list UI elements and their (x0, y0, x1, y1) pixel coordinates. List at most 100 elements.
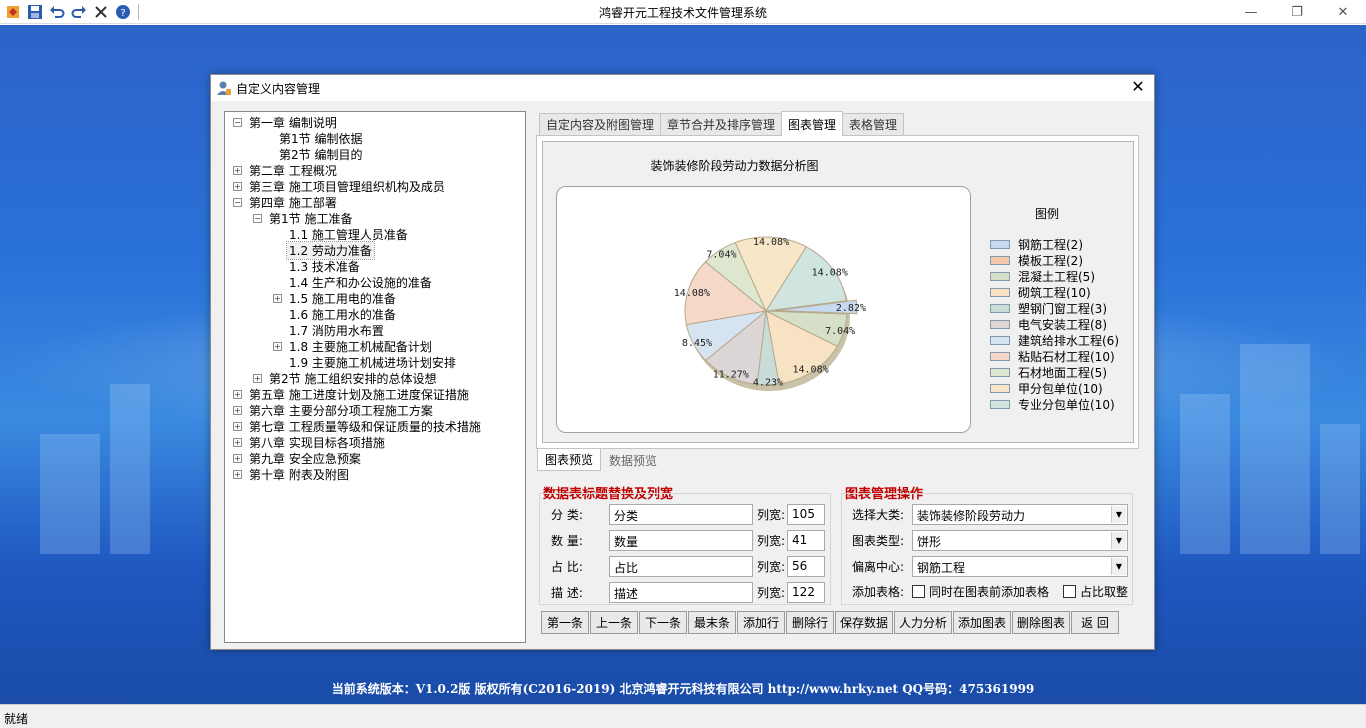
field-input[interactable]: 占比 (609, 556, 753, 577)
tree-node[interactable]: + 第二章 工程概况 (233, 162, 339, 178)
expand-icon[interactable]: + (233, 421, 242, 431)
field-input[interactable]: 分类 (609, 504, 753, 525)
tree-node[interactable]: − 第一章 编制说明 (233, 114, 339, 130)
column-width-input[interactable]: 105 (787, 504, 826, 525)
expand-icon[interactable]: + (233, 165, 242, 175)
labor-analysis-button[interactable]: 人力分析 (894, 611, 952, 634)
last-record-button[interactable]: 最末条 (688, 611, 736, 634)
tree-node[interactable]: 第2节 编制目的 (263, 146, 364, 162)
tree-node-label[interactable]: 第1节 编制依据 (277, 130, 364, 147)
tab-table-management[interactable]: 表格管理 (842, 113, 905, 135)
expand-icon[interactable]: + (253, 373, 262, 383)
delete-chart-button[interactable]: 删除图表 (1012, 611, 1070, 634)
expand-icon[interactable]: + (233, 389, 242, 399)
next-record-button[interactable]: 下一条 (639, 611, 687, 634)
tree-node-label[interactable]: 第四章 施工部署 (247, 194, 339, 211)
tree-node-label[interactable]: 第2节 编制目的 (277, 146, 364, 163)
tree-node[interactable]: 1.4 生产和办公设施的准备 (273, 274, 434, 290)
category-select[interactable]: 装饰装修阶段劳动力 ▼ (912, 504, 1128, 525)
tree-node[interactable]: + 第五章 施工进度计划及施工进度保证措施 (233, 386, 471, 402)
tree-node[interactable]: + 第九章 安全应急预案 (233, 450, 363, 466)
tree-node[interactable]: + 第八章 实现目标各项措施 (233, 434, 387, 450)
tree-node-label[interactable]: 第2节 施工组织安排的总体设想 (267, 370, 438, 387)
tree-node[interactable]: 1.3 技术准备 (273, 258, 362, 274)
tab-custom-content[interactable]: 自定内容及附图管理 (539, 113, 662, 135)
tree-node[interactable]: 1.6 施工用水的准备 (273, 306, 398, 322)
chevron-down-icon[interactable]: ▼ (1111, 532, 1126, 549)
column-width-input[interactable]: 122 (787, 582, 826, 603)
add-row-button[interactable]: 添加行 (737, 611, 785, 634)
tab-chart-management[interactable]: 图表管理 (781, 111, 844, 136)
tree-node[interactable]: 1.7 消防用水布置 (273, 322, 386, 338)
tree-node[interactable]: 1.9 主要施工机械进场计划安排 (273, 354, 458, 370)
tree-node-label[interactable]: 1.1 施工管理人员准备 (287, 226, 410, 243)
tree-node-label[interactable]: 1.5 施工用电的准备 (287, 290, 398, 307)
tree-node[interactable]: + 第七章 工程质量等级和保证质量的技术措施 (233, 418, 483, 434)
column-width-input[interactable]: 41 (787, 530, 826, 551)
tree-node[interactable]: − 第四章 施工部署 (233, 194, 339, 210)
window-close-icon[interactable]: ✕ (1320, 0, 1366, 24)
tree-node-label[interactable]: 1.7 消防用水布置 (287, 322, 386, 339)
dialog-close-icon[interactable]: ✕ (1128, 77, 1148, 96)
legend-label: 石材地面工程(5) (1018, 365, 1107, 380)
tree-node[interactable]: + 第六章 主要分部分项工程施工方案 (233, 402, 435, 418)
tree-node-label[interactable]: 第一章 编制说明 (247, 114, 339, 131)
tab-data-preview[interactable]: 数据预览 (601, 449, 665, 471)
chevron-down-icon[interactable]: ▼ (1111, 506, 1126, 523)
tree-node-label[interactable]: 1.6 施工用水的准备 (287, 306, 398, 323)
tree-node[interactable]: +1.8 主要施工机械配备计划 (273, 338, 434, 354)
tree-node-label[interactable]: 第三章 施工项目管理组织机构及成员 (247, 178, 447, 195)
add-chart-button[interactable]: 添加图表 (953, 611, 1011, 634)
expand-icon[interactable]: + (273, 341, 282, 351)
prev-record-button[interactable]: 上一条 (590, 611, 638, 634)
tab-chart-preview[interactable]: 图表预览 (537, 449, 602, 471)
chart-type-select[interactable]: 饼形 ▼ (912, 530, 1128, 551)
tree-node-label[interactable]: 第1节 施工准备 (267, 210, 354, 227)
tree-node-label[interactable]: 1.8 主要施工机械配备计划 (287, 338, 434, 355)
add-table-checkbox[interactable] (912, 585, 925, 598)
tree-node[interactable]: 第1节 编制依据 (263, 130, 364, 146)
tree-node-label[interactable]: 1.2 劳动力准备 (286, 240, 375, 260)
tree-node[interactable]: + 第十章 附表及附图 (233, 466, 351, 482)
tree-node-label[interactable]: 1.3 技术准备 (287, 258, 362, 275)
tree-node-label[interactable]: 1.9 主要施工机械进场计划安排 (287, 354, 458, 371)
chevron-down-icon[interactable]: ▼ (1111, 558, 1126, 575)
tree-node[interactable]: + 第2节 施工组织安排的总体设想 (253, 370, 438, 386)
tree-node[interactable]: 1.2 劳动力准备 (273, 240, 375, 260)
tree-node-label[interactable]: 第五章 施工进度计划及施工进度保证措施 (247, 386, 471, 403)
collapse-icon[interactable]: − (233, 117, 242, 127)
collapse-icon[interactable]: − (253, 213, 262, 223)
expand-icon[interactable]: + (233, 437, 242, 447)
tree-node[interactable]: − 第1节 施工准备 (253, 210, 354, 226)
tree-node-label[interactable]: 第二章 工程概况 (247, 162, 339, 179)
legend-item: 专业分包单位(10) (990, 396, 1119, 412)
delete-row-button[interactable]: 删除行 (786, 611, 834, 634)
tree-node[interactable]: + 第三章 施工项目管理组织机构及成员 (233, 178, 447, 194)
field-input[interactable]: 数量 (609, 530, 753, 551)
first-record-button[interactable]: 第一条 (541, 611, 589, 634)
tab-chapter-merge[interactable]: 章节合并及排序管理 (660, 113, 783, 135)
tree-node-label[interactable]: 第八章 实现目标各项措施 (247, 434, 387, 451)
expand-icon[interactable]: + (273, 293, 282, 303)
column-width-input[interactable]: 56 (787, 556, 826, 577)
expand-icon[interactable]: + (233, 453, 242, 463)
collapse-icon[interactable]: − (233, 197, 242, 207)
expand-icon[interactable]: + (233, 469, 242, 479)
minimize-icon[interactable]: — (1228, 0, 1274, 24)
tree-node[interactable]: 1.1 施工管理人员准备 (273, 226, 410, 242)
tree-node-label[interactable]: 第七章 工程质量等级和保证质量的技术措施 (247, 418, 483, 435)
round-checkbox[interactable] (1063, 585, 1077, 598)
tree-node[interactable]: +1.5 施工用电的准备 (273, 290, 398, 306)
expand-icon[interactable]: + (233, 405, 242, 415)
tree-node-label[interactable]: 第九章 安全应急预案 (247, 450, 363, 467)
restore-icon[interactable]: ❐ (1274, 0, 1320, 24)
return-button[interactable]: 返 回 (1071, 611, 1119, 634)
offset-select[interactable]: 钢筋工程 ▼ (912, 556, 1128, 577)
save-data-button[interactable]: 保存数据 (835, 611, 893, 634)
tree-node-label[interactable]: 第六章 主要分部分项工程施工方案 (247, 402, 435, 419)
tree-node-label[interactable]: 1.4 生产和办公设施的准备 (287, 274, 434, 291)
tree-node-label[interactable]: 第十章 附表及附图 (247, 466, 351, 483)
field-input[interactable]: 描述 (609, 582, 753, 603)
chapter-tree[interactable]: − 第一章 编制说明 第1节 编制依据 第2节 编制目的 + 第二章 工程概况 + 第三章 施… (224, 111, 526, 643)
expand-icon[interactable]: + (233, 181, 242, 191)
